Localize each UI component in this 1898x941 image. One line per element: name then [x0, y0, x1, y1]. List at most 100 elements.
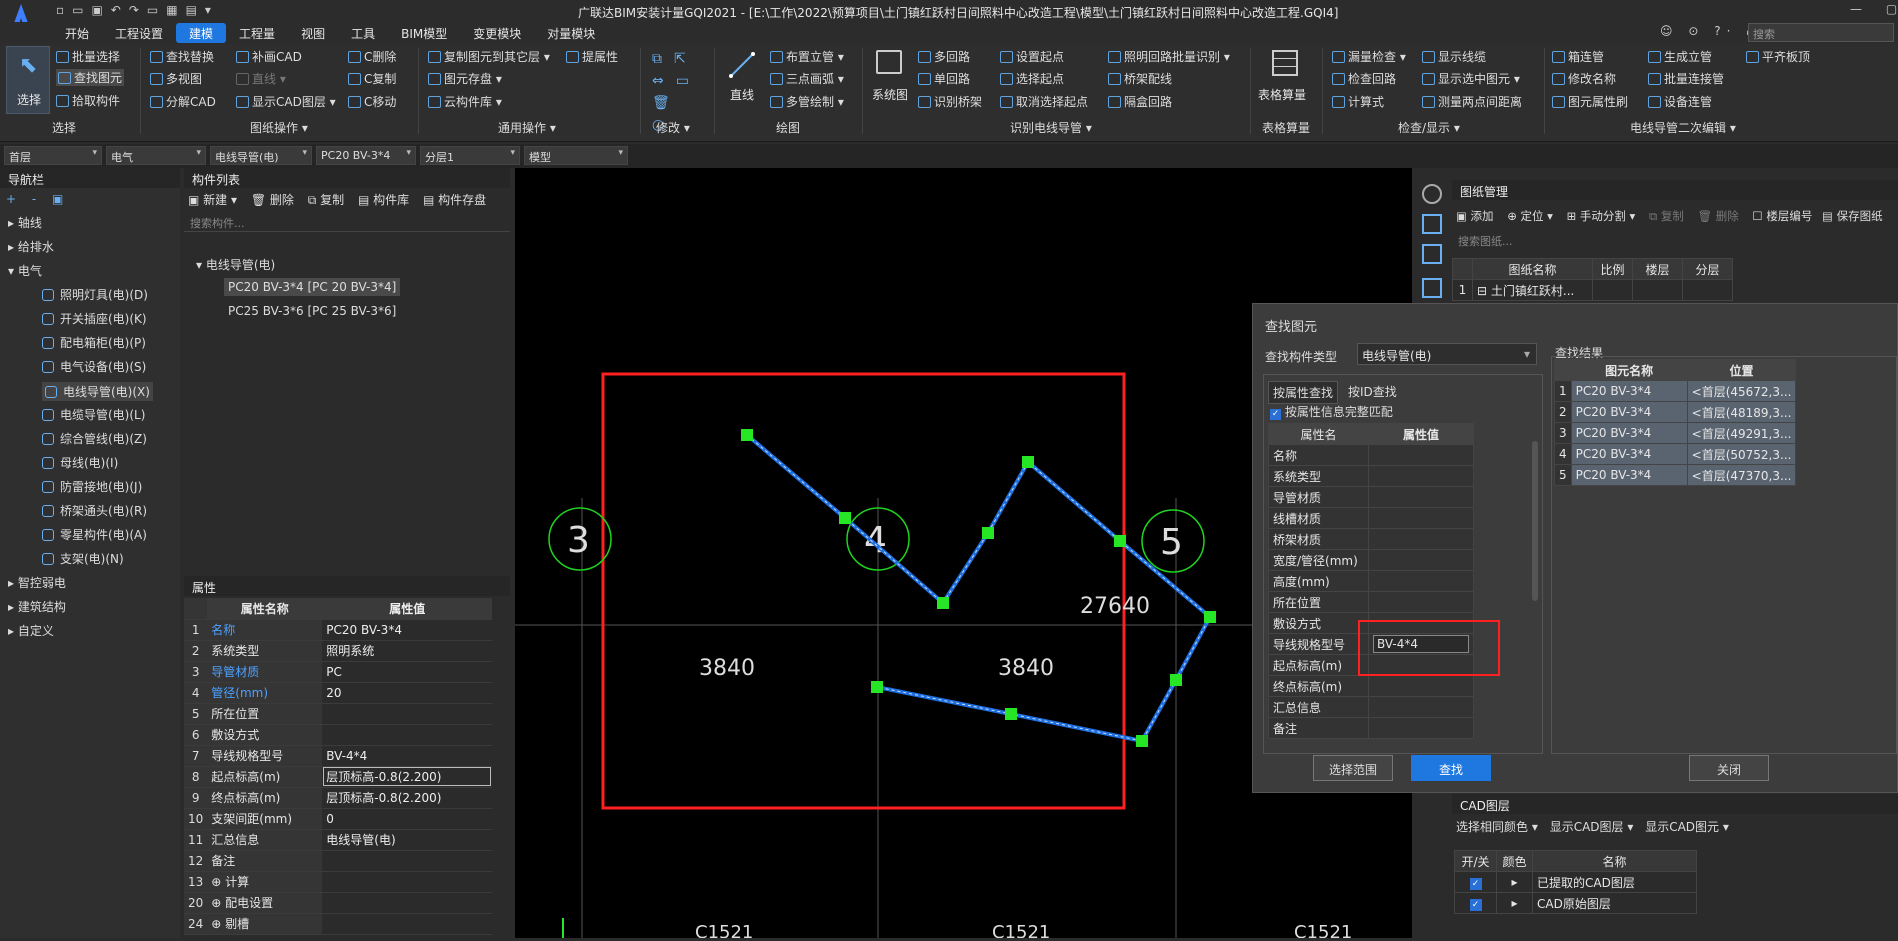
- complist-item-pc20[interactable]: PC20 BV-3*4 [PC 20 BV-3*4]: [224, 278, 401, 296]
- menu-item[interactable]: BIM模型: [388, 23, 460, 43]
- delete-drawing-button[interactable]: 🗑 删除: [1698, 209, 1739, 223]
- multi-view[interactable]: 多视图: [150, 70, 202, 87]
- result-row[interactable]: 3 PC20 BV-3*4 <首层(49291,3...: [1554, 422, 1797, 444]
- prop-row[interactable]: 3 导管材质 PC: [184, 661, 493, 683]
- locate-button[interactable]: ⊕ 定位 ▾: [1507, 209, 1553, 223]
- cad-layer-row-extracted[interactable]: ✓ ▸ 已提取的CAD图层: [1454, 871, 1697, 893]
- drawing-row[interactable]: 1 ⊟ 土门镇红跃村...: [1452, 279, 1733, 301]
- nav-sub-item[interactable]: 综合管线(电)(Z): [42, 430, 147, 447]
- nav-group[interactable]: ▸ 给排水: [8, 238, 54, 255]
- find-prop-row[interactable]: 高度(mm): [1268, 570, 1474, 592]
- layer-select[interactable]: 分层1 ▾: [420, 146, 520, 165]
- delete-button[interactable]: 🗑 删除: [251, 193, 294, 207]
- find-prop-row[interactable]: 汇总信息: [1268, 696, 1474, 718]
- manual-split-button[interactable]: ⊞ 手动分割 ▾: [1567, 209, 1636, 223]
- find-prop-row[interactable]: 导管材质: [1268, 486, 1474, 508]
- nav-group[interactable]: ▸ 自定义: [8, 622, 54, 639]
- complist-item-pc25[interactable]: PC25 BV-3*6 [PC 25 BV-3*6]: [224, 302, 400, 320]
- nav-sub-item[interactable]: 电线导管(电)(X): [42, 382, 153, 401]
- save-drawing-button[interactable]: ▤ 保存图纸: [1822, 209, 1883, 223]
- find-prop-row[interactable]: 宽度/管径(mm): [1268, 549, 1474, 571]
- prop-row[interactable]: 13 ⊕ 计算: [184, 871, 493, 893]
- missing-check[interactable]: 漏量检查 ▾: [1332, 48, 1406, 65]
- patch-cad[interactable]: 补画CAD: [236, 48, 302, 65]
- c-delete[interactable]: C删除: [348, 48, 396, 65]
- tab-by-property[interactable]: 按属性查找: [1268, 381, 1339, 404]
- nav-group[interactable]: ▸ 轴线: [8, 214, 42, 231]
- identify-tray[interactable]: 识别桥架: [918, 93, 982, 110]
- find-scrollbar[interactable]: [1532, 441, 1538, 601]
- show-cad-layer[interactable]: 显示CAD图层 ▾: [236, 93, 336, 110]
- complist-root[interactable]: ▾ 电线导管(电): [196, 256, 275, 273]
- find-prop-row[interactable]: 名称: [1268, 444, 1474, 466]
- cad-layer-row-original[interactable]: ✓ ▸ CAD原始图层: [1454, 892, 1697, 914]
- copy-button[interactable]: ⧉ 复制: [308, 193, 344, 207]
- nav-sub-item[interactable]: 电缆导管(电)(L): [42, 406, 145, 423]
- multi-circuit[interactable]: 多回路: [918, 48, 970, 65]
- component-select[interactable]: PC20 BV-3*4 ▾: [316, 146, 416, 165]
- close-button[interactable]: 关闭: [1689, 755, 1769, 781]
- nav-sub-item[interactable]: 照明灯具(电)(D): [42, 286, 148, 303]
- nav-sub-item[interactable]: 桥架通头(电)(R): [42, 502, 147, 519]
- prop-row[interactable]: 4 管径(mm) 20: [184, 682, 493, 704]
- find-prop-row[interactable]: 终点标高(m): [1268, 675, 1474, 697]
- nav-sub-item[interactable]: 防雷接地(电)(J): [42, 478, 142, 495]
- library-button[interactable]: ▤ 构件库: [358, 193, 409, 207]
- pick-component[interactable]: 拾取构件: [56, 92, 120, 109]
- formula[interactable]: 计算式: [1332, 93, 1384, 110]
- device-connect-pipe[interactable]: 设备连管: [1648, 93, 1712, 110]
- select-button[interactable]: ⬉ 选择: [6, 46, 50, 114]
- place-riser[interactable]: 布置立管 ▾: [770, 48, 844, 65]
- find-prop-row[interactable]: 备注: [1268, 717, 1474, 739]
- cancel-start-point[interactable]: 取消选择起点: [1000, 93, 1088, 110]
- generate-riser[interactable]: 生成立管: [1648, 48, 1712, 65]
- nav-group[interactable]: ▸ 建筑结构: [8, 598, 66, 615]
- single-circuit[interactable]: 单回路: [918, 70, 970, 87]
- menu-item[interactable]: 对量模块: [534, 23, 608, 43]
- prop-row[interactable]: 6 敷设方式: [184, 724, 493, 746]
- search-input[interactable]: 搜索: [1748, 23, 1894, 42]
- nav-sub-item[interactable]: 配电箱柜(电)(P): [42, 334, 146, 351]
- component-search-input[interactable]: 搜索构件...: [184, 212, 510, 232]
- result-row[interactable]: 1 PC20 BV-3*4 <首层(45672,3...: [1554, 380, 1797, 402]
- find-replace[interactable]: 查找替换: [150, 48, 214, 65]
- discipline-select[interactable]: 电气 ▾: [106, 146, 206, 165]
- show-cables[interactable]: 显示线缆: [1422, 48, 1486, 65]
- window-controls[interactable]: — ▢: [1850, 2, 1898, 16]
- set-start-point[interactable]: 设置起点: [1000, 48, 1064, 65]
- find-prop-row[interactable]: 系统类型: [1268, 465, 1474, 487]
- draw-line-button[interactable]: 直线: [722, 48, 762, 112]
- help-icons[interactable]: ☺ ⊙ ?· ⌂: [1660, 24, 1760, 38]
- rename[interactable]: 修改名称: [1552, 70, 1616, 87]
- type-select[interactable]: 电线导管(电) ▾: [210, 146, 312, 165]
- prop-row[interactable]: 10 支架间距(mm) 0: [184, 808, 493, 830]
- find-prop-row[interactable]: 所在位置: [1268, 591, 1474, 613]
- cloud-library[interactable]: 云构件库 ▾: [428, 93, 502, 110]
- nav-group[interactable]: ▸ 智控弱电: [8, 574, 66, 591]
- nav-toolbar-icons[interactable]: + - ▣: [6, 192, 69, 206]
- find-button[interactable]: 查找: [1411, 755, 1491, 781]
- box-circuit[interactable]: 隔盒回路: [1108, 93, 1172, 110]
- prop-row[interactable]: 9 终点标高(m) 层顶标高-0.8(2.200): [184, 787, 493, 809]
- show-selected[interactable]: 显示选中图元 ▾: [1422, 70, 1520, 87]
- nav-sub-item[interactable]: 电气设备(电)(S): [42, 358, 146, 375]
- result-row[interactable]: 2 PC20 BV-3*4 <首层(48189,3...: [1554, 401, 1797, 423]
- table-calc-button[interactable]: 表格算量: [1256, 48, 1312, 112]
- find-prop-row[interactable]: 线槽材质: [1268, 507, 1474, 529]
- menu-item[interactable]: 工程量: [226, 23, 288, 43]
- nav-sub-item[interactable]: 零星构件(电)(A): [42, 526, 147, 543]
- prop-row[interactable]: 24 ⊕ 剔槽: [184, 913, 493, 935]
- batch-select[interactable]: 批量选择: [56, 48, 120, 65]
- prop-row[interactable]: 2 系统类型 照明系统: [184, 640, 493, 662]
- new-button[interactable]: ▣ 新建 ▾: [188, 193, 237, 207]
- nav-sub-item[interactable]: 开关插座(电)(K): [42, 310, 147, 327]
- prop-row[interactable]: 12 备注: [184, 850, 493, 872]
- nav-sub-item[interactable]: 支架(电)(N): [42, 550, 124, 567]
- find-prop-row[interactable]: 桥架材质: [1268, 528, 1474, 550]
- prop-row[interactable]: 20 ⊕ 配电设置: [184, 892, 493, 914]
- explode-cad[interactable]: 分解CAD: [150, 93, 216, 110]
- menu-item[interactable]: 变更模块: [460, 23, 534, 43]
- prop-row[interactable]: 7 导线规格型号 BV-4*4: [184, 745, 493, 767]
- drawing-search-input[interactable]: 搜索图纸...: [1452, 230, 1898, 250]
- menu-item[interactable]: 开始: [52, 23, 102, 43]
